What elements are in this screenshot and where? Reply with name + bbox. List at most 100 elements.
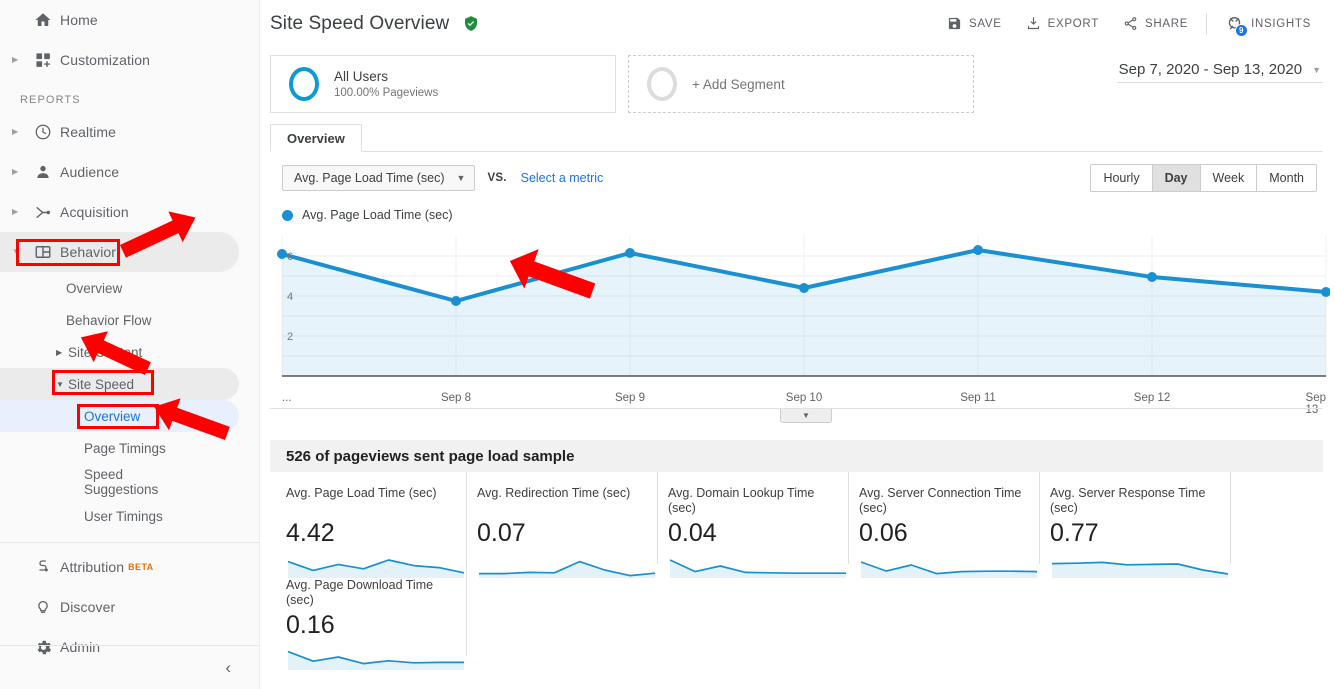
sample-banner-text: 526 of pageviews sent page load sample <box>286 447 575 465</box>
metric-card[interactable]: Avg. Server Connection Time (sec) 0.06 <box>849 472 1040 578</box>
sidebar-item-site-content[interactable]: ▶ Site Content <box>0 336 259 368</box>
main-content: Site Speed Overview SAVE EXPORT SHARE 9 … <box>260 0 1335 689</box>
sidebar-item-site-speed[interactable]: ▼ Site Speed <box>0 368 239 400</box>
sidebar-item-home[interactable]: Home <box>0 0 259 40</box>
date-range-selector[interactable]: Sep 7, 2020 - Sep 13, 2020 ▼ <box>1116 55 1323 83</box>
metric-card-sparkline <box>286 644 464 670</box>
share-icon <box>1123 16 1138 31</box>
x-tick-4: Sep 11 <box>960 392 996 404</box>
save-button[interactable]: SAVE <box>935 7 1014 41</box>
page-title-text: Site Speed Overview <box>270 13 450 34</box>
chevron-right-icon: ▶ <box>12 55 19 64</box>
x-tick-3: Sep 10 <box>785 392 823 404</box>
page-title: Site Speed Overview <box>270 12 479 35</box>
sidebar-label-acquisition: Acquisition <box>60 204 129 220</box>
save-label: SAVE <box>969 17 1002 30</box>
metric-card[interactable]: Avg. Page Load Time (sec) 4.42 <box>276 472 467 578</box>
segment-sub: 100.00% Pageviews <box>334 86 439 99</box>
insights-icon: 9 <box>1225 14 1249 37</box>
chevron-right-icon: ▶ <box>56 347 63 357</box>
behavior-panel-icon <box>26 243 60 261</box>
top-bar: Site Speed Overview SAVE EXPORT SHARE 9 … <box>260 0 1335 47</box>
acquisition-node-icon <box>26 203 60 222</box>
sidebar-item-user-timings[interactable]: User Timings <box>0 500 259 532</box>
sidebar-item-audience[interactable]: ▶ Audience <box>0 152 259 192</box>
sidebar-item-behavior-overview[interactable]: Overview <box>0 272 259 304</box>
sidebar-label-customization: Customization <box>60 52 151 68</box>
sidebar-item-attribution[interactable]: Attribution BETA <box>0 547 259 587</box>
sidebar-label-site-speed: Site Speed <box>68 376 135 392</box>
sample-banner: 526 of pageviews sent page load sample <box>270 440 1323 472</box>
segment-name: All Users <box>334 68 389 84</box>
legend-label: Avg. Page Load Time (sec) <box>302 208 453 222</box>
add-segment-label: + Add Segment <box>692 76 785 92</box>
sidebar-label-realtime: Realtime <box>60 124 117 140</box>
sidebar-item-customization[interactable]: ▶ Customization <box>0 40 259 80</box>
sidebar-divider <box>0 542 259 543</box>
metric-card[interactable]: Avg. Redirection Time (sec) 0.07 <box>467 472 658 578</box>
beta-badge: BETA <box>128 562 154 572</box>
metric-card[interactable]: Avg. Domain Lookup Time (sec) 0.04 <box>658 472 849 578</box>
sidebar: Home ▶ Customization REPORTS ▶ Realtime <box>0 0 260 689</box>
metric-card-sparkline <box>477 552 656 578</box>
top-actions: SAVE EXPORT SHARE 9 INSIGHTS <box>935 7 1323 41</box>
metric-card[interactable]: Avg. Page Download Time (sec) 0.16 <box>276 564 467 670</box>
sidebar-label-speed-suggestions: Speed Suggestions <box>84 467 159 497</box>
add-segment-button[interactable]: + Add Segment <box>628 55 974 113</box>
chevron-down-icon: ▼ <box>1312 64 1321 75</box>
sidebar-item-behavior-flow[interactable]: Behavior Flow <box>0 304 259 336</box>
tab-strip: Overview <box>270 124 1323 152</box>
sidebar-item-page-timings[interactable]: Page Timings <box>0 432 259 464</box>
granularity-day[interactable]: Day <box>1152 165 1201 191</box>
chevron-left-icon[interactable]: ‹ <box>225 658 231 678</box>
metric-card-title: Avg. Server Connection Time (sec) <box>859 486 1022 515</box>
metric-card-value: 0.04 <box>668 519 717 547</box>
chevron-right-icon: ▶ <box>12 127 19 136</box>
metric-card-sparkline <box>668 552 846 578</box>
realtime-clock-icon <box>26 123 60 141</box>
vs-label: VS. <box>487 172 507 184</box>
granularity-week[interactable]: Week <box>1200 165 1258 191</box>
granularity-month[interactable]: Month <box>1257 165 1316 191</box>
metric-card-title: Avg. Redirection Time (sec) <box>477 486 631 500</box>
sidebar-item-discover[interactable]: Discover <box>0 587 259 627</box>
tab-overview[interactable]: Overview <box>270 124 362 152</box>
segment-all-users[interactable]: All Users 100.00% Pageviews <box>270 55 616 113</box>
granularity-toggle: Hourly Day Week Month <box>1090 164 1317 192</box>
chart-legend: Avg. Page Load Time (sec) <box>270 192 1323 222</box>
insights-button[interactable]: 9 INSIGHTS <box>1213 7 1323 41</box>
content-area: All Users 100.00% Pageviews + Add Segmen… <box>260 47 1335 670</box>
metric-card-title: Avg. Server Response Time (sec) <box>1050 486 1206 515</box>
chart-panel: Avg. Page Load Time (sec) ▼ VS. Select a… <box>270 152 1331 424</box>
sidebar-label-attribution: Attribution <box>60 559 125 575</box>
add-segment-ring-icon <box>647 67 677 101</box>
home-icon <box>26 11 60 29</box>
metric-card[interactable]: Avg. Server Response Time (sec) 0.77 <box>1040 472 1231 578</box>
metric-select[interactable]: Avg. Page Load Time (sec) ▼ <box>282 165 476 191</box>
sidebar-label-behavior-overview: Overview <box>66 280 123 296</box>
sidebar-item-behavior[interactable]: ▼ Behavior <box>0 232 239 272</box>
sidebar-item-realtime[interactable]: ▶ Realtime <box>0 112 259 152</box>
attribution-icon <box>26 558 60 576</box>
metric-card-value: 4.42 <box>286 519 335 547</box>
chart-plot[interactable]: 2 4 6 <box>270 228 1331 390</box>
sidebar-label-discover: Discover <box>60 599 116 615</box>
export-button[interactable]: EXPORT <box>1014 7 1111 41</box>
chart-controls: Avg. Page Load Time (sec) ▼ VS. Select a… <box>270 164 1323 192</box>
sidebar-item-speed-suggestions[interactable]: Speed Suggestions <box>0 464 158 500</box>
share-button[interactable]: SHARE <box>1111 7 1200 41</box>
granularity-hourly[interactable]: Hourly <box>1091 165 1153 191</box>
x-tick-0: ... <box>282 392 292 404</box>
sidebar-label-site-speed-overview: Overview <box>84 408 141 424</box>
share-label: SHARE <box>1144 17 1189 30</box>
sidebar-item-acquisition[interactable]: ▶ Acquisition <box>0 192 259 232</box>
metric-select-value: Avg. Page Load Time (sec) <box>294 171 445 185</box>
export-icon <box>1026 16 1041 31</box>
action-divider <box>1206 12 1208 35</box>
insights-label: INSIGHTS <box>1251 17 1311 30</box>
chart-collapse-handle[interactable]: ▼ <box>780 409 832 423</box>
sidebar-item-site-speed-overview[interactable]: Overview <box>0 400 239 432</box>
metric-card-value: 0.77 <box>1050 519 1099 547</box>
select-metric-link[interactable]: Select a metric <box>521 171 604 185</box>
metric-card-value: 0.06 <box>859 519 908 547</box>
